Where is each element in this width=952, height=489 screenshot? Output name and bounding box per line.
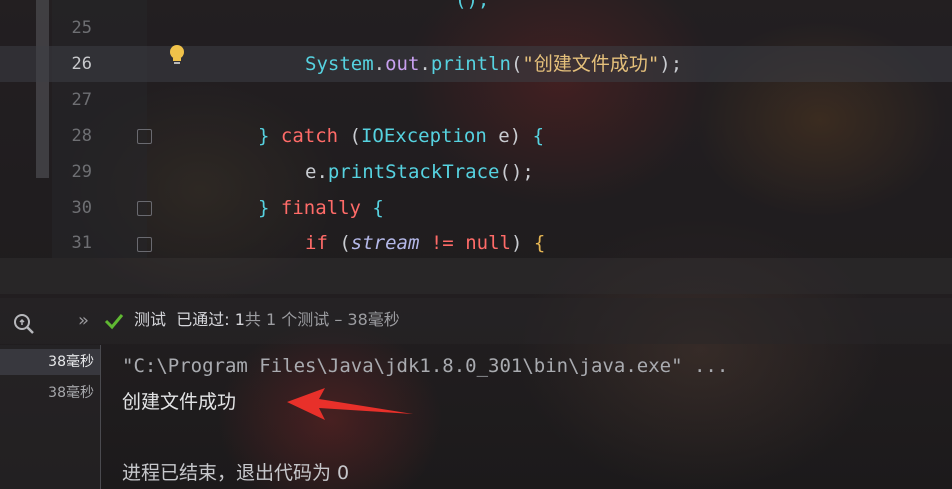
code-text: e.printStackTrace(); xyxy=(305,161,534,183)
test-duration[interactable]: 38毫秒 xyxy=(0,380,94,406)
fold-marker[interactable] xyxy=(137,201,152,216)
code-line[interactable]: 27 xyxy=(0,82,952,118)
line-number: 27 xyxy=(71,90,92,110)
panel-divider[interactable] xyxy=(0,258,952,294)
code-text: } finally { xyxy=(258,197,384,219)
lightbulb-icon[interactable] xyxy=(168,44,186,66)
code-text: if (stream != null) { xyxy=(305,232,546,254)
test-summary: 共 1 个测试 – 38毫秒 xyxy=(244,310,400,329)
console-command: "C:\Program Files\Java\jdk1.8.0_301\bin\… xyxy=(122,355,729,377)
test-tree-panel: 38毫秒 38毫秒 xyxy=(0,345,101,489)
line-number: 26 xyxy=(71,54,92,74)
console-exit-message: 进程已结束，退出代码为 0 xyxy=(122,462,350,484)
code-line[interactable]: 29 e.printStackTrace(); xyxy=(0,154,952,190)
line-number: 30 xyxy=(71,198,92,218)
code-text: System.out.println("创建文件成功"); xyxy=(305,53,683,75)
fold-marker[interactable] xyxy=(137,237,152,252)
fold-marker[interactable] xyxy=(137,129,152,144)
code-editor[interactable]: (); 25 26 System.out.println("创建文件成功"); … xyxy=(0,0,952,258)
search-icon[interactable] xyxy=(12,312,36,336)
line-number: 31 xyxy=(71,233,92,253)
expand-chevron-icon[interactable]: » xyxy=(78,308,89,334)
checkmark-icon xyxy=(104,314,124,330)
test-label: 测试 xyxy=(134,310,167,329)
passed-count: 1 xyxy=(234,310,245,329)
line-number: 29 xyxy=(71,162,92,182)
red-arrow-annotation xyxy=(287,388,413,420)
test-status: 测试 已通过: 1共 1 个测试 – 38毫秒 xyxy=(134,306,400,334)
line-number: 28 xyxy=(71,126,92,146)
line-number: 25 xyxy=(71,18,92,38)
console-output: 创建文件成功 xyxy=(122,391,237,413)
passed-label: 已通过: xyxy=(176,310,230,329)
code-line[interactable]: 25 xyxy=(0,10,952,46)
code-text: } catch (IOException e) { xyxy=(258,125,545,147)
code-line-current[interactable]: 26 System.out.println("创建文件成功"); xyxy=(0,46,952,82)
test-duration-selected[interactable]: 38毫秒 xyxy=(0,349,100,375)
